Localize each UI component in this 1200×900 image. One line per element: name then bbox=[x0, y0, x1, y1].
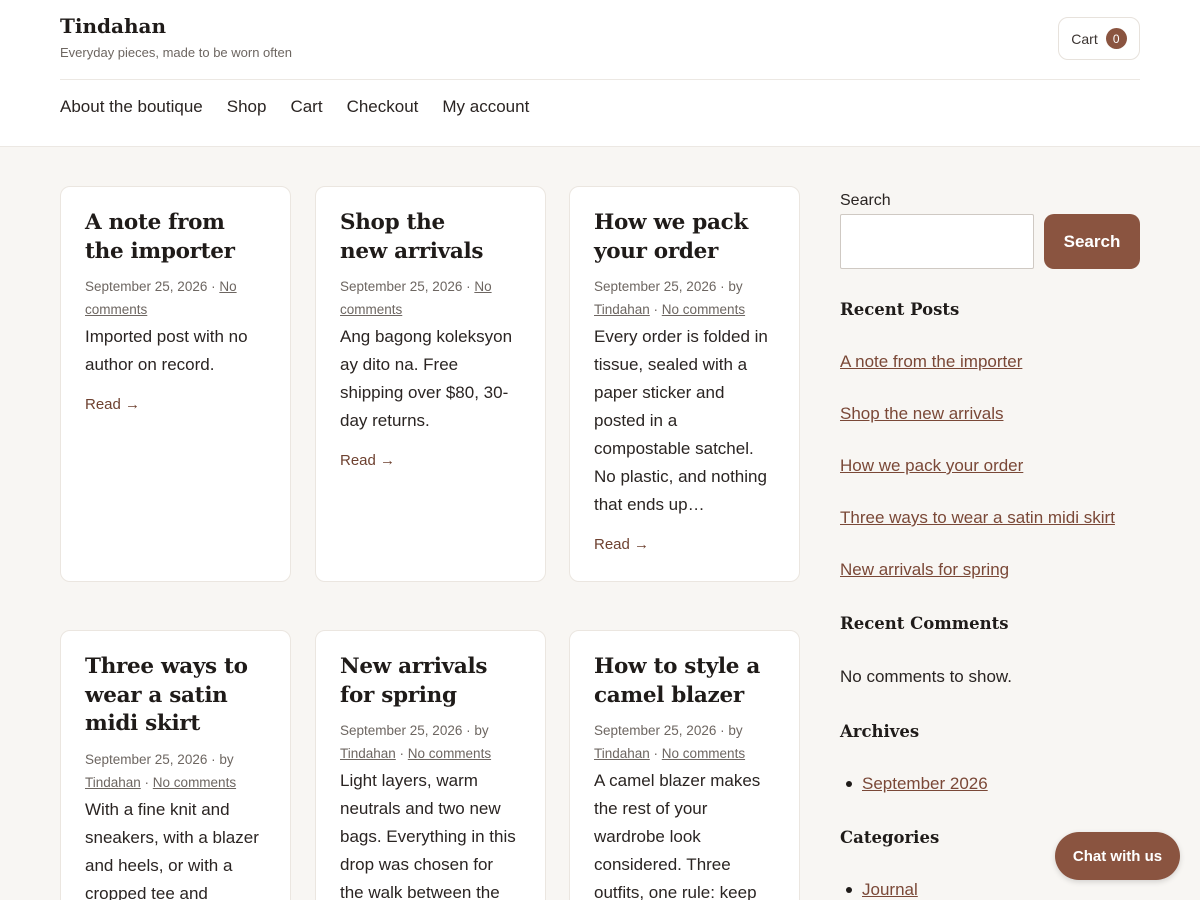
recent-comments-heading: Recent Comments bbox=[840, 614, 1009, 633]
post-title-line: New arrivals bbox=[340, 654, 488, 679]
post-excerpt: Ang bagong koleksyon ay dito na. Free sh… bbox=[340, 327, 513, 430]
categories-heading: Categories bbox=[840, 828, 940, 847]
meta-separator: · bbox=[207, 279, 220, 294]
meta-separator: · bbox=[462, 279, 475, 294]
recent-posts-heading: Recent Posts bbox=[840, 300, 960, 319]
header-cart-button[interactable]: Cart 0 bbox=[1058, 17, 1140, 60]
post-author-link[interactable]: Tindahan bbox=[85, 775, 141, 790]
post-title-line: Shop the bbox=[340, 210, 445, 235]
post-meta: September 25, 2026 · No comments bbox=[85, 275, 266, 321]
post-comments-link[interactable]: No comments bbox=[662, 746, 745, 761]
meta-separator: · bbox=[716, 723, 729, 738]
nav-item-shop[interactable]: Shop bbox=[227, 96, 267, 118]
post-date: September 25, 2026 bbox=[340, 279, 463, 294]
post-meta: September 25, 2026 · by Tindahan · No co… bbox=[594, 275, 775, 321]
read-more-link[interactable]: Read → bbox=[85, 395, 266, 415]
list-bullet bbox=[846, 781, 852, 787]
post-by-label: by bbox=[474, 723, 489, 738]
post-comments-link[interactable]: No comments bbox=[153, 775, 236, 790]
post-title-line: How we pack bbox=[594, 210, 748, 235]
post-title-line: your order bbox=[594, 238, 718, 264]
meta-separator: · bbox=[395, 746, 408, 761]
post-title-line: camel blazer bbox=[594, 682, 744, 708]
recent-post-link[interactable]: New arrivals for spring bbox=[840, 560, 1009, 580]
post-author-link[interactable]: Tindahan bbox=[594, 746, 650, 761]
post-card: A note from the importer September 25, 2… bbox=[60, 186, 291, 582]
recent-post-link[interactable]: Shop the new arrivals bbox=[840, 404, 1003, 424]
post-card: How to style a camel blazer September 25… bbox=[569, 630, 800, 900]
post-excerpt: Light layers, warm neutrals and two new … bbox=[340, 771, 516, 900]
post-excerpt: A camel blazer makes the rest of your wa… bbox=[594, 771, 761, 900]
post-by-label: by bbox=[219, 751, 234, 767]
meta-separator: · bbox=[649, 746, 662, 761]
search-input[interactable] bbox=[840, 214, 1034, 269]
post-card: Shop the new arrivals September 25, 2026… bbox=[315, 186, 546, 582]
post-meta: September 25, 2026 · by Tindahan · No co… bbox=[594, 719, 775, 765]
main-navigation: About the boutique Shop Cart Checkout My… bbox=[60, 96, 529, 118]
post-title-line: for spring bbox=[340, 682, 457, 708]
meta-separator: · bbox=[716, 279, 729, 294]
recent-post-link[interactable]: A note from the importer bbox=[840, 352, 1022, 372]
post-title-line: How to style a bbox=[594, 654, 760, 679]
post-comments-link[interactable]: No comments bbox=[408, 746, 491, 761]
site-header: Tindahan Everyday pieces, made to be wor… bbox=[0, 0, 1200, 147]
cart-count-badge: 0 bbox=[1105, 28, 1127, 49]
meta-separator: · bbox=[207, 751, 220, 767]
category-link[interactable]: Journal bbox=[862, 880, 918, 900]
search-button[interactable]: Search bbox=[1044, 214, 1140, 269]
site-title[interactable]: Tindahan bbox=[60, 14, 166, 38]
post-title-line: midi skirt bbox=[85, 711, 201, 736]
post-excerpt: Every order is folded in tissue, sealed … bbox=[594, 327, 768, 514]
post-title-line: Three ways to bbox=[85, 654, 248, 679]
post-title[interactable]: How we pack your order bbox=[594, 209, 775, 266]
post-excerpt: With a fine knit and sneakers, with a bl… bbox=[85, 799, 259, 900]
post-meta: September 25, 2026 · No comments bbox=[340, 275, 521, 321]
meta-separator: · bbox=[462, 723, 475, 738]
post-card: How we pack your order September 25, 202… bbox=[569, 186, 800, 582]
post-title[interactable]: New arrivals for spring bbox=[340, 653, 521, 710]
list-bullet bbox=[846, 887, 852, 893]
cart-label: Cart bbox=[1071, 30, 1098, 47]
post-date: September 25, 2026 bbox=[594, 279, 717, 294]
nav-item-cart[interactable]: Cart bbox=[290, 96, 322, 118]
post-author-link[interactable]: Tindahan bbox=[340, 746, 396, 761]
post-title[interactable]: Three ways to wear a satin midi skirt bbox=[85, 653, 266, 739]
post-date: September 25, 2026 bbox=[340, 723, 463, 738]
post-author-link[interactable]: Tindahan bbox=[594, 302, 650, 317]
post-meta: September 25, 2026 · by Tindahan · No co… bbox=[85, 748, 266, 794]
meta-separator: · bbox=[140, 774, 153, 790]
post-title-line: A note from bbox=[85, 210, 225, 235]
post-date: September 25, 2026 bbox=[85, 279, 208, 294]
post-card: Three ways to wear a satin midi skirt Se… bbox=[60, 630, 291, 900]
nav-item-my-account[interactable]: My account bbox=[442, 96, 529, 118]
archive-link[interactable]: September 2026 bbox=[862, 774, 988, 794]
post-date: September 25, 2026 bbox=[85, 751, 208, 767]
meta-separator: · bbox=[649, 302, 662, 317]
recent-post-link[interactable]: Three ways to wear a satin midi skirt bbox=[840, 508, 1115, 528]
post-title[interactable]: A note from the importer bbox=[85, 209, 266, 266]
post-title-line: new arrivals bbox=[340, 238, 484, 264]
post-title-line: wear a satin bbox=[85, 682, 228, 708]
search-label: Search bbox=[840, 192, 891, 209]
post-by-label: by bbox=[728, 723, 743, 738]
post-comments-link[interactable]: No comments bbox=[662, 302, 745, 317]
nav-item-checkout[interactable]: Checkout bbox=[347, 96, 419, 118]
post-excerpt: Imported post with no author on record. bbox=[85, 327, 248, 374]
recent-post-link[interactable]: How we pack your order bbox=[840, 456, 1023, 476]
post-date: September 25, 2026 bbox=[594, 723, 717, 738]
read-more-link[interactable]: Read → bbox=[340, 451, 521, 471]
post-title[interactable]: How to style a camel blazer bbox=[594, 653, 775, 710]
post-card: New arrivals for spring September 25, 20… bbox=[315, 630, 546, 900]
header-divider bbox=[60, 79, 1140, 80]
post-meta: September 25, 2026 · by Tindahan · No co… bbox=[340, 719, 521, 765]
post-by-label: by bbox=[728, 279, 743, 294]
read-more-link[interactable]: Read → bbox=[594, 535, 775, 555]
chat-button[interactable]: Chat with us bbox=[1055, 832, 1180, 880]
recent-comments-empty: No comments to show. bbox=[840, 667, 1012, 686]
post-title-line: the importer bbox=[85, 238, 235, 264]
post-title[interactable]: Shop the new arrivals bbox=[340, 209, 521, 266]
site-tagline: Everyday pieces, made to be worn often bbox=[60, 45, 292, 60]
nav-item-about[interactable]: About the boutique bbox=[60, 96, 203, 118]
archives-heading: Archives bbox=[840, 722, 920, 741]
